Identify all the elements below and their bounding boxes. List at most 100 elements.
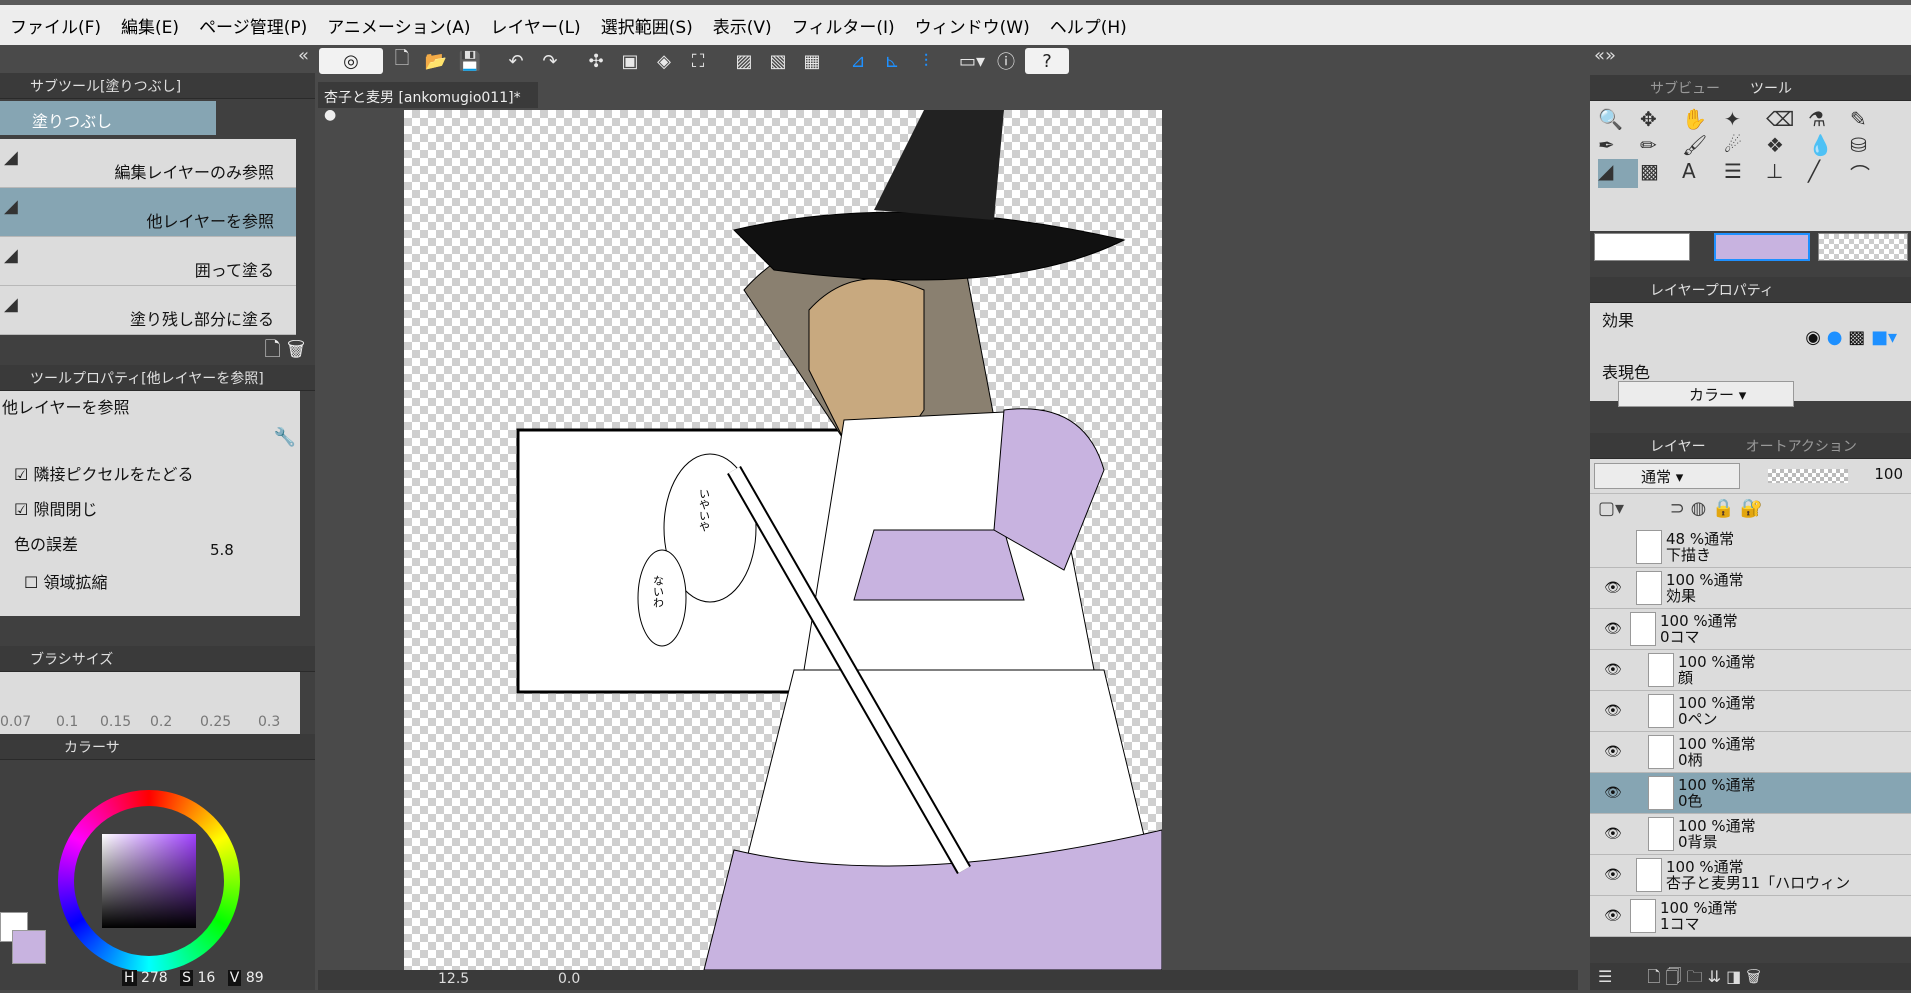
brushsize-option[interactable]: 0.07 bbox=[0, 714, 31, 730]
open-folder-icon[interactable]: 📂 bbox=[421, 48, 451, 74]
visibility-eye-icon[interactable]: 👁 bbox=[1604, 785, 1622, 801]
undo-icon[interactable]: ↶ bbox=[501, 48, 531, 74]
transform-icon[interactable]: ⛶ bbox=[683, 48, 713, 74]
subtool-item[interactable]: ◢ 囲って塗る bbox=[0, 237, 296, 286]
layer-row[interactable]: 👁 100 %通常顔 bbox=[1590, 650, 1911, 691]
text-tool-icon[interactable]: A bbox=[1682, 159, 1722, 188]
menu-page[interactable]: ページ管理(P) bbox=[189, 13, 317, 38]
clear-outside-icon[interactable]: ▣ bbox=[615, 48, 645, 74]
gap-checkbox[interactable]: ☑ bbox=[14, 500, 28, 519]
hue-value[interactable]: 278 bbox=[141, 970, 168, 986]
layer-tab[interactable]: レイヤー bbox=[1650, 436, 1706, 456]
wrench-icon[interactable]: 🔧 bbox=[274, 427, 296, 448]
visibility-eye-icon[interactable]: 👁 bbox=[1604, 621, 1622, 637]
color-wheel[interactable] bbox=[58, 790, 240, 972]
pencil-tool-icon[interactable]: ✏ bbox=[1640, 133, 1680, 157]
new-folder-icon[interactable]: 🗀 bbox=[1686, 967, 1702, 986]
eyedropper-icon[interactable]: ⚗ bbox=[1808, 107, 1848, 131]
layer-menu-icon[interactable]: ☰ bbox=[1598, 967, 1612, 986]
opacity-value[interactable]: 100 bbox=[1874, 465, 1903, 483]
mask-icon[interactable]: ◨ bbox=[1726, 967, 1741, 986]
ruler-tool-icon[interactable]: ⊥ bbox=[1766, 159, 1806, 188]
move-tool-icon[interactable]: ✥ bbox=[1640, 107, 1680, 131]
invert-selection-icon[interactable]: ▧ bbox=[763, 48, 793, 74]
opacity-slider[interactable] bbox=[1768, 469, 1848, 483]
clear-icon[interactable]: ✣ bbox=[581, 48, 611, 74]
visibility-eye-icon[interactable]: 👁 bbox=[1604, 744, 1622, 760]
save-icon[interactable]: 💾 bbox=[455, 48, 485, 74]
brushsize-option[interactable]: 0.1 bbox=[56, 714, 78, 730]
ruler-snap-icon[interactable]: ⊿ bbox=[843, 48, 873, 74]
layer-row[interactable]: 👁 100 %通常 0柄 bbox=[1590, 732, 1911, 773]
zoom-value[interactable]: 12.5 bbox=[438, 971, 469, 987]
info-icon[interactable]: ⓘ bbox=[991, 48, 1021, 74]
layer-row[interactable]: 👁 100 %通常 0コマ bbox=[1590, 609, 1911, 650]
document-tab[interactable]: 杏子と麦男 [ankomugio011]* ● bbox=[318, 82, 538, 123]
brush-tool-icon[interactable]: 🖌 bbox=[1682, 133, 1722, 157]
stamp-tool-icon[interactable]: ⛁ bbox=[1850, 133, 1890, 157]
lock-alpha-icon[interactable]: 🔐 bbox=[1740, 498, 1762, 519]
brushsize-option[interactable]: 0.25 bbox=[200, 714, 231, 730]
new-vector-layer-icon[interactable]: 🗍 bbox=[1665, 967, 1681, 986]
transparent-color-chip[interactable] bbox=[1818, 233, 1908, 261]
magic-wand-icon[interactable]: ✦ bbox=[1724, 107, 1764, 131]
subtool-item[interactable]: ◢ 他レイヤーを参照 bbox=[0, 188, 296, 237]
layer-row[interactable]: 👁 100 %通常 効果 bbox=[1590, 568, 1911, 609]
deselect-icon[interactable]: ▨ bbox=[729, 48, 759, 74]
pen-tool-icon[interactable]: ✒ bbox=[1598, 133, 1638, 157]
lock-icon[interactable]: 🔒 bbox=[1712, 498, 1734, 519]
visibility-eye-icon[interactable]: 👁 bbox=[1604, 826, 1622, 842]
angle-value[interactable]: 0.0 bbox=[558, 971, 580, 987]
redo-icon[interactable]: ↷ bbox=[535, 48, 565, 74]
val-value[interactable]: 89 bbox=[246, 970, 264, 986]
saturation-square[interactable] bbox=[102, 834, 196, 928]
gradient-tool-icon[interactable]: ▩ bbox=[1640, 159, 1680, 188]
new-file-icon[interactable]: 🗋 bbox=[387, 48, 417, 74]
layer-row[interactable]: 👁 100 %通常 杏子と麦男11「ハロウィン bbox=[1590, 855, 1911, 896]
layer-color-icon[interactable]: ■▾ bbox=[1871, 327, 1897, 348]
menu-selection[interactable]: 選択範囲(S) bbox=[591, 13, 703, 38]
special-ruler-snap-icon[interactable]: ⊾ bbox=[877, 48, 907, 74]
main-color-swatch[interactable] bbox=[12, 930, 46, 964]
layer-color-swatch[interactable]: ▢▾ bbox=[1598, 498, 1624, 519]
layer-row[interactable]: 👁 100 %通常 0背景 bbox=[1590, 814, 1911, 855]
visibility-eye-icon[interactable]: 👁 bbox=[1604, 908, 1622, 924]
help-icon[interactable]: ? bbox=[1025, 48, 1069, 74]
merge-down-icon[interactable]: ⇊ bbox=[1708, 967, 1721, 986]
menu-help[interactable]: ヘルプ(H) bbox=[1040, 13, 1137, 38]
brushsize-option[interactable]: 0.2 bbox=[150, 714, 172, 730]
collapse-left-icon[interactable]: « bbox=[0, 45, 315, 73]
tolerance-value[interactable]: 5.8 bbox=[210, 541, 234, 559]
tool-tab[interactable]: ツール bbox=[1750, 78, 1792, 98]
new-subtool-icon[interactable]: 🗋 bbox=[265, 337, 281, 361]
menu-layer[interactable]: レイヤー(L) bbox=[480, 13, 590, 38]
menu-window[interactable]: ウィンドウ(W) bbox=[905, 13, 1040, 38]
frame-tool-icon[interactable]: ☰ bbox=[1724, 159, 1764, 188]
layer-row[interactable]: 👁 100 %通常 0色 bbox=[1590, 773, 1911, 814]
eraser-tool-icon[interactable]: ⌫ bbox=[1766, 107, 1806, 131]
adjacent-checkbox[interactable]: ☑ bbox=[14, 465, 28, 484]
canvas[interactable]: いやいや ないわ bbox=[404, 110, 1163, 971]
app-logo-button[interactable]: ◎ bbox=[319, 48, 383, 74]
fill-icon[interactable]: ◈ bbox=[649, 48, 679, 74]
menu-filter[interactable]: フィルター(I) bbox=[782, 13, 905, 38]
subview-tab[interactable]: サブビュー bbox=[1650, 78, 1720, 98]
visibility-eye-icon[interactable]: 👁 bbox=[1604, 703, 1622, 719]
main-color-chip[interactable] bbox=[1714, 233, 1810, 261]
hand-tool-icon[interactable]: ✋ bbox=[1682, 107, 1722, 131]
sat-value[interactable]: 16 bbox=[198, 970, 216, 986]
visibility-eye-icon[interactable]: 👁 bbox=[1604, 580, 1622, 596]
menu-edit[interactable]: 編集(E) bbox=[111, 13, 189, 38]
sub-color-swatch[interactable] bbox=[1594, 233, 1690, 261]
subtool-item[interactable]: ◢ 編集レイヤーのみ参照 bbox=[0, 139, 296, 188]
airbrush-icon[interactable]: ☄ bbox=[1724, 133, 1764, 157]
screen-tone-icon[interactable]: ▩ bbox=[1848, 327, 1865, 348]
zoom-tool-icon[interactable]: 🔍 bbox=[1598, 107, 1638, 131]
expand-right-icon[interactable]: «» bbox=[1590, 45, 1911, 75]
blend-tool-icon[interactable]: 💧 bbox=[1808, 133, 1848, 157]
menu-view[interactable]: 表示(V) bbox=[703, 13, 782, 38]
subtool-item[interactable]: ◢ 塗り残し部分に塗る bbox=[0, 286, 296, 335]
visibility-eye-icon[interactable]: 👁 bbox=[1604, 867, 1622, 883]
new-raster-layer-icon[interactable]: 🗋 bbox=[1647, 967, 1660, 986]
layer-row[interactable]: 👁 100 %通常 1コマ bbox=[1590, 896, 1911, 937]
